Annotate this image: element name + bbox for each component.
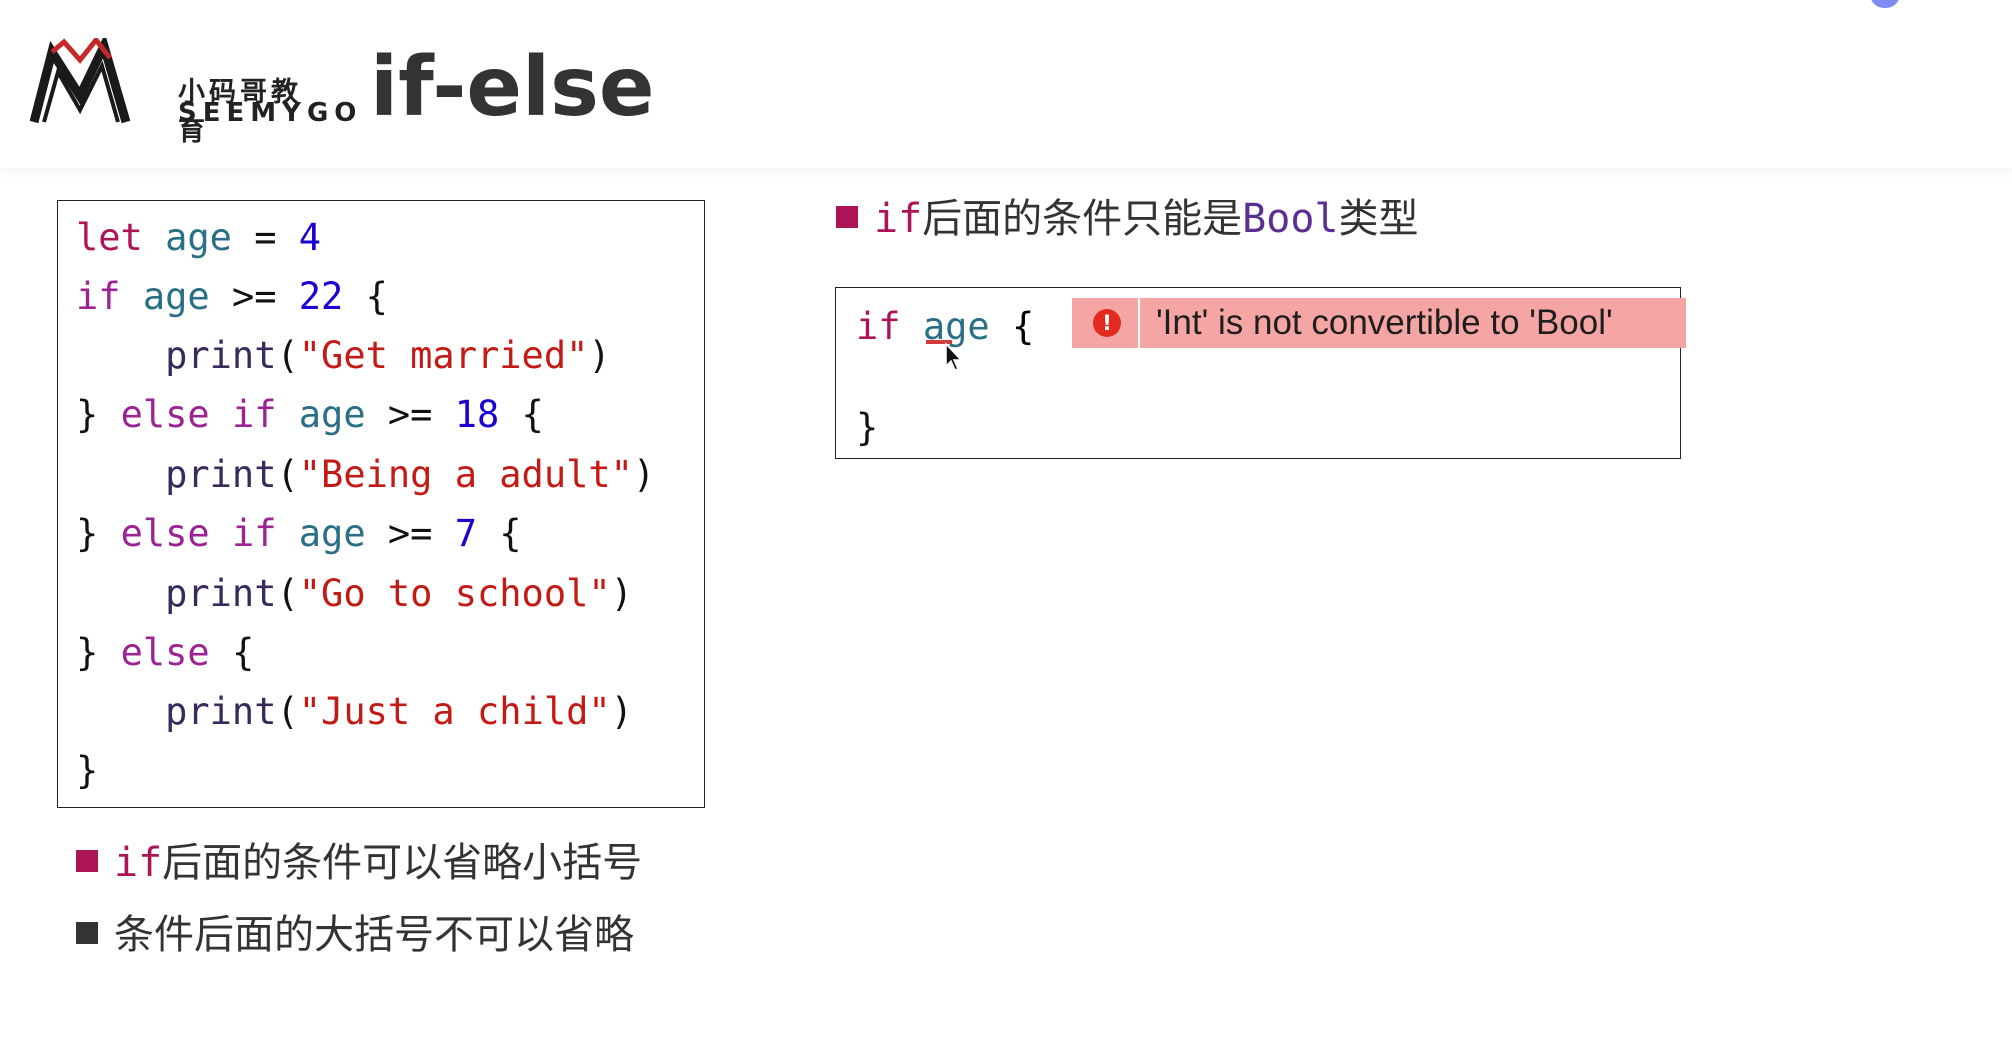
mouse-pointer-icon: [945, 342, 963, 371]
bullet-square-icon: [76, 850, 98, 872]
bullet-parentheses-optional: if后面的条件可以省略小括号: [76, 838, 642, 888]
logo-m-mark-icon: [30, 38, 131, 124]
code-line: print("Get married"): [165, 334, 611, 377]
code-line: let age = 4: [76, 216, 322, 259]
code-line: print("Being a adult"): [165, 453, 656, 496]
bullet-square-icon: [836, 206, 858, 228]
code-line: if age >= 22 {: [76, 275, 388, 318]
error-annotation-badge[interactable]: ! 'Int' is not convertible to 'Bool': [1072, 298, 1686, 348]
code-line: print("Go to school"): [165, 572, 633, 615]
slide-header: 小码哥教育 SEEMYGO if-else: [0, 0, 2012, 168]
code-block: let age = 4 if age >= 22 { print("Get ma…: [57, 200, 705, 808]
code-line: } else if age >= 18 {: [76, 393, 544, 436]
code-line: }: [856, 406, 879, 449]
code-line: } else if age >= 7 {: [76, 512, 522, 555]
bullet-square-icon: [76, 922, 98, 944]
error-icon-cell: !: [1072, 298, 1140, 348]
code-line: }: [76, 749, 99, 792]
code-line: } else {: [76, 631, 255, 674]
seemygo-logo: 小码哥教育 SEEMYGO: [30, 38, 356, 147]
code-line: print("Just a child"): [165, 690, 633, 733]
error-message: 'Int' is not convertible to 'Bool': [1156, 303, 1613, 342]
page-title: if-else: [370, 40, 655, 135]
logo-english-text: SEEMYGO: [178, 98, 363, 128]
bullet-bool-condition: if后面的条件只能是Bool类型: [836, 194, 1419, 244]
error-icon: !: [1093, 309, 1121, 337]
bullet-braces-required: 条件后面的大括号不可以省略: [76, 910, 634, 960]
